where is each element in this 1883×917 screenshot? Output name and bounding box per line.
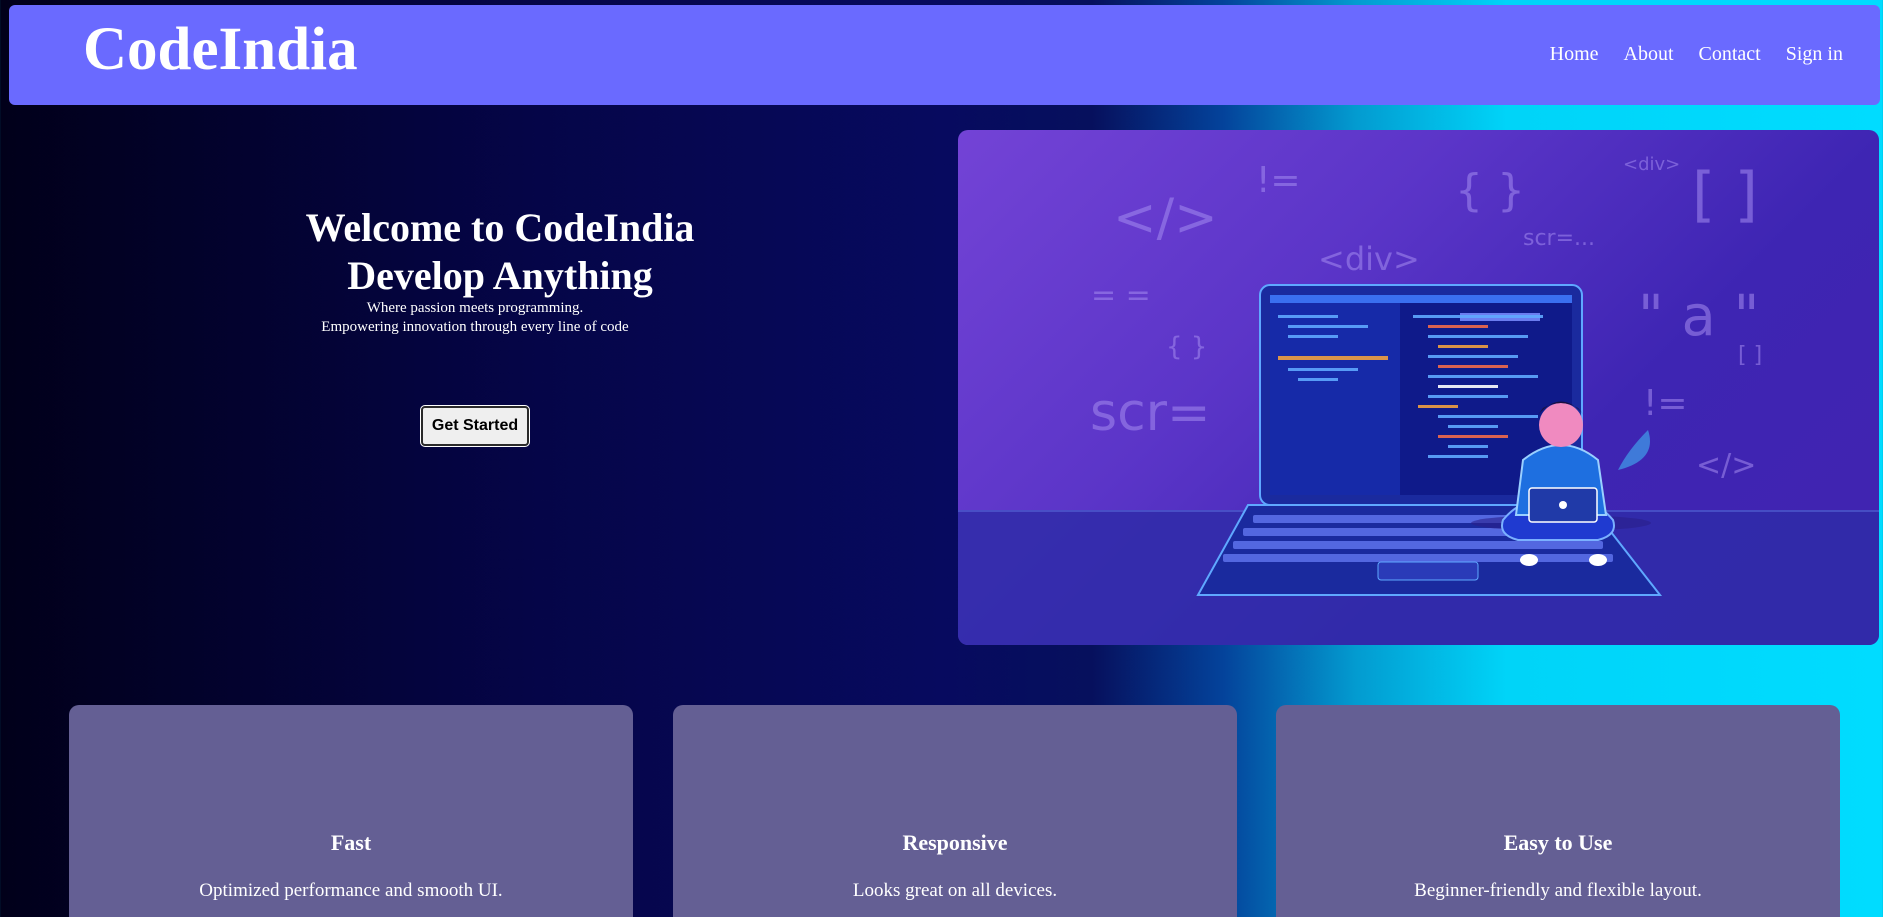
symbol-5: [ ] <box>1692 160 1758 230</box>
feature-title: Easy to Use <box>1503 830 1613 855</box>
symbol-13: != <box>1643 383 1688 424</box>
nav-links: Home About Contact Sign in <box>1550 43 1843 66</box>
symbol-2: != <box>1256 160 1301 201</box>
nav-home-link[interactable]: Home <box>1550 43 1599 66</box>
symbol-4: <div> <box>1623 154 1680 175</box>
hero-subtitle: Where passion meets programming. Empower… <box>290 299 660 337</box>
hero-title-line2: Develop Anything <box>347 253 653 298</box>
feature-description: Beginner-friendly and flexible layout. <box>1414 880 1702 901</box>
feature-description: Looks great on all devices. <box>852 880 1058 901</box>
feature-description: Optimized performance and smooth UI. <box>199 880 503 901</box>
hero-title-line1: Welcome to CodeIndia <box>305 205 695 250</box>
symbol-14: </> <box>1696 448 1756 483</box>
symbol-3: { } <box>1455 165 1525 216</box>
hero-subtitle-line2: Empowering innovation through every line… <box>321 319 629 335</box>
symbol-6: <div> <box>1318 240 1420 278</box>
symbol-1: </> <box>1113 188 1218 248</box>
symbol-7: scr=... <box>1523 226 1595 251</box>
nav-about-link[interactable]: About <box>1624 43 1674 66</box>
nav-signin-link[interactable]: Sign in <box>1786 43 1843 66</box>
logo[interactable]: CodeIndia <box>83 19 358 80</box>
developer-laptop-illustration: </> != { } <div> [ ] <div> scr=... = = "… <box>958 154 1879 645</box>
feature-title: Responsive <box>902 830 1008 855</box>
symbol-9: " a " <box>1638 284 1759 349</box>
feature-title: Fast <box>330 830 372 855</box>
symbol-12: scr= <box>1090 383 1211 443</box>
navbar: CodeIndia Home About Contact Sign in <box>9 5 1880 105</box>
symbol-8: = = <box>1091 278 1151 313</box>
symbol-10: { } <box>1166 332 1207 362</box>
get-started-button[interactable]: Get Started <box>421 406 529 446</box>
nav-contact-link[interactable]: Contact <box>1699 43 1761 66</box>
feature-card-easy-to-use: Easy to Use Beginner-friendly and flexib… <box>1276 705 1840 917</box>
hero-illustration: </> != { } <div> [ ] <div> scr=... = = "… <box>958 130 1879 645</box>
symbol-11: [ ] <box>1738 343 1762 368</box>
feature-card-responsive: Responsive Looks great on all devices. <box>673 705 1237 917</box>
hero-heading: Welcome to CodeIndia Develop Anything <box>270 204 730 300</box>
feature-card-fast: Fast Optimized performance and smooth UI… <box>69 705 633 917</box>
hero-subtitle-line1: Where passion meets programming. <box>366 300 584 316</box>
hero-title: Welcome to CodeIndia Develop Anything <box>270 204 730 300</box>
